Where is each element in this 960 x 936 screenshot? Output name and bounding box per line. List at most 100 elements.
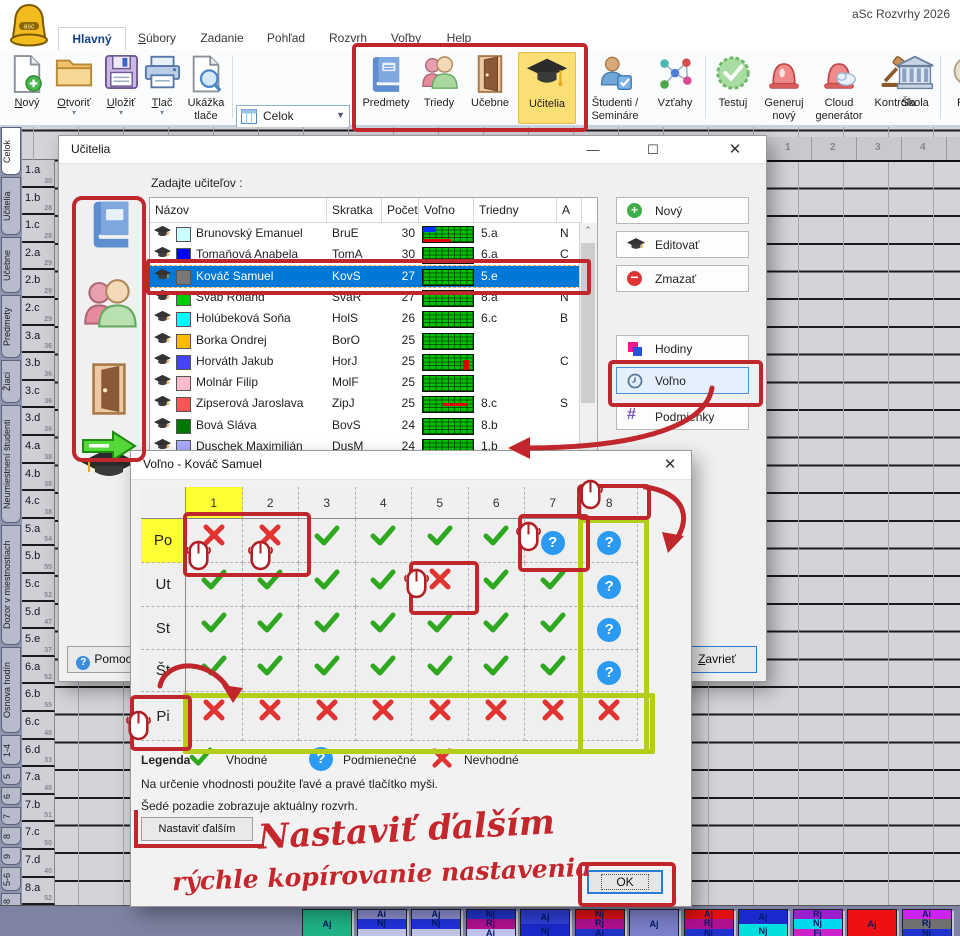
- class-header-5.c[interactable]: 5.c52: [22, 574, 55, 602]
- availability-cell-Ut-7[interactable]: [525, 563, 582, 607]
- tab-pohlad[interactable]: Pohľad: [256, 27, 316, 49]
- tab-zadanie[interactable]: Zadanie: [190, 27, 254, 49]
- availability-cell-Ut-3[interactable]: [299, 563, 356, 607]
- relations-button[interactable]: Vzťahy: [650, 52, 700, 122]
- timetable-card[interactable]: AiRjNj: [902, 909, 952, 936]
- availability-cell-St-2[interactable]: [243, 607, 300, 650]
- timetable-card[interactable]: AjNj: [738, 909, 788, 936]
- timetable-card[interactable]: NjRjAj: [575, 909, 625, 936]
- teachers-dialog-titlebar[interactable]: Učitelia — ☐ ✕: [59, 136, 766, 164]
- tab-volby[interactable]: Voľby: [380, 27, 432, 49]
- teacher-row-HorJ[interactable]: Horváth JakubHorJ25C: [150, 351, 580, 372]
- classes-button[interactable]: Triedy: [416, 52, 462, 122]
- sidebar-tab-osnova-hod-n[interactable]: Osnova hodín: [1, 647, 21, 733]
- print-preview-button[interactable]: Ukážka tlače: [182, 52, 230, 122]
- close-button[interactable]: ✕: [722, 140, 748, 159]
- availability-cell-Po-8[interactable]: ?: [582, 519, 639, 563]
- class-header-5.d[interactable]: 5.d47: [22, 602, 55, 630]
- save-button[interactable]: Uložiť ▾: [100, 52, 142, 122]
- class-header-3.b[interactable]: 3.b36: [22, 353, 55, 381]
- timetable-card[interactable]: RjNjFj: [793, 909, 843, 936]
- class-header-8.a[interactable]: 8.a52: [22, 878, 55, 905]
- availability-cell-Št-8[interactable]: ?: [582, 650, 639, 692]
- school-button[interactable]: Škola: [893, 52, 937, 122]
- class-header-4.a[interactable]: 4.a38: [22, 436, 55, 464]
- sidebar-tab-predmety[interactable]: Predmety: [1, 295, 21, 358]
- class-header-7.d[interactable]: 7.d40: [22, 850, 55, 878]
- availability-cell-Po-3[interactable]: [299, 519, 356, 563]
- edit-teacher-button[interactable]: Editovať: [616, 231, 749, 258]
- class-header-7.c[interactable]: 7.c50: [22, 822, 55, 850]
- availability-cell-St-7[interactable]: [525, 607, 582, 650]
- class-header-1.c[interactable]: 1.c28: [22, 215, 55, 243]
- class-header-1.a[interactable]: 1.a30: [22, 160, 55, 188]
- period-header-3[interactable]: 3: [299, 487, 356, 519]
- sidebar-tab-5[interactable]: 5: [1, 767, 21, 785]
- class-header-4.b[interactable]: 4.b38: [22, 464, 55, 492]
- print-dropdown-arrow[interactable]: ▾: [144, 109, 180, 116]
- tab-help[interactable]: Help: [436, 27, 482, 49]
- class-header-5.a[interactable]: 5.a54: [22, 519, 55, 547]
- availability-cell-Pi-3[interactable]: [299, 692, 356, 741]
- free-time-button[interactable]: Voľno: [616, 367, 749, 394]
- teacher-row-ZipJ[interactable]: Zipserová JaroslavaZipJ258.cS: [150, 393, 580, 414]
- sidebar-tab-6[interactable]: 6: [1, 787, 21, 805]
- class-header-7.a[interactable]: 7.a48: [22, 767, 55, 795]
- sidebar-tab-8[interactable]: 8: [1, 827, 21, 845]
- teacher-row-BruE[interactable]: Brunovský EmanuelBruE305.aN: [150, 223, 580, 244]
- availability-cell-Pi-8[interactable]: [582, 692, 639, 741]
- availability-cell-Pi-2[interactable]: [243, 692, 300, 741]
- maximize-button[interactable]: ☐: [640, 140, 666, 159]
- availability-cell-Št-1[interactable]: [186, 650, 243, 692]
- availability-cell-Pi-5[interactable]: [412, 692, 469, 741]
- lessons-button[interactable]: Hodiny: [616, 335, 749, 362]
- availability-cell-Št-7[interactable]: [525, 650, 582, 692]
- availability-cell-Št-5[interactable]: [412, 650, 469, 692]
- teacher-row-BorO[interactable]: Borka OndrejBorO25: [150, 330, 580, 351]
- class-header-3.a[interactable]: 3.a36: [22, 326, 55, 354]
- dialog-nav-rooms[interactable]: [87, 362, 135, 418]
- class-header-6.d[interactable]: 6.d33: [22, 740, 55, 768]
- availability-cell-Št-4[interactable]: [356, 650, 413, 692]
- class-header-7.b[interactable]: 7.b51: [22, 795, 55, 823]
- period-header-2[interactable]: 2: [243, 487, 300, 519]
- timetable-card[interactable]: AjNj: [520, 909, 570, 936]
- class-header-4.c[interactable]: 4.c38: [22, 491, 55, 519]
- column-header-A[interactable]: A: [557, 198, 582, 223]
- sidebar-tab-neumiestnen-tudenti[interactable]: Neumiestnení študenti: [1, 405, 21, 523]
- save-dropdown-arrow[interactable]: ▾: [100, 109, 142, 116]
- test-button[interactable]: Testuj: [709, 52, 757, 122]
- subjects-button[interactable]: Predmety: [358, 52, 414, 122]
- teacher-row-MolF[interactable]: Molnár FilipMolF25: [150, 372, 580, 393]
- minimize-button[interactable]: —: [580, 140, 606, 159]
- column-header-Počet[interactable]: Počet: [382, 198, 419, 223]
- availability-cell-Ut-8[interactable]: ?: [582, 563, 639, 607]
- timetable-card[interactable]: Aj: [302, 909, 352, 936]
- class-header-3.d[interactable]: 3.d36: [22, 408, 55, 436]
- availability-cell-Po-4[interactable]: [356, 519, 413, 563]
- availability-cell-St-3[interactable]: [299, 607, 356, 650]
- period-header-1[interactable]: 1: [186, 487, 243, 519]
- dialog-nav-subjects[interactable]: [83, 196, 139, 252]
- class-header-6.b[interactable]: 6.b55: [22, 684, 55, 712]
- sidebar-tab-5-6[interactable]: 5-6: [1, 867, 21, 891]
- class-header-6.c[interactable]: 6.c48: [22, 712, 55, 740]
- column-header-Triedny[interactable]: Triedny: [474, 198, 557, 223]
- teacher-row-KovS[interactable]: Kováč SamuelKovS275.e: [150, 266, 580, 287]
- timetable-card[interactable]: AiNj: [357, 909, 407, 936]
- teacher-row-BovS[interactable]: Bová SlávaBovS248.b: [150, 415, 580, 436]
- free-time-dialog-titlebar[interactable]: Voľno - Kováč Samuel ✕: [131, 451, 691, 480]
- timetable-card[interactable]: NjRjAj: [466, 909, 516, 936]
- delete-teacher-button[interactable]: − Zmazať: [616, 265, 749, 292]
- teacher-row-TomA[interactable]: Tomaňová AnabelaTomA306.aC: [150, 244, 580, 265]
- tab-hlavny[interactable]: Hlavný: [58, 27, 126, 51]
- class-header-6.a[interactable]: 6.a52: [22, 657, 55, 685]
- availability-cell-Pi-1[interactable]: [186, 692, 243, 741]
- column-header-Voľno[interactable]: Voľno: [419, 198, 474, 223]
- tab-subory[interactable]: Súbory: [126, 27, 188, 49]
- class-header-2.a[interactable]: 2.a29: [22, 243, 55, 271]
- sidebar-tab-7-8[interactable]: 7-8: [1, 893, 21, 905]
- teacher-row-SvaR[interactable]: Sváb RolandSvaR278.aN: [150, 287, 580, 308]
- availability-cell-St-6[interactable]: [469, 607, 526, 650]
- availability-cell-St-1[interactable]: [186, 607, 243, 650]
